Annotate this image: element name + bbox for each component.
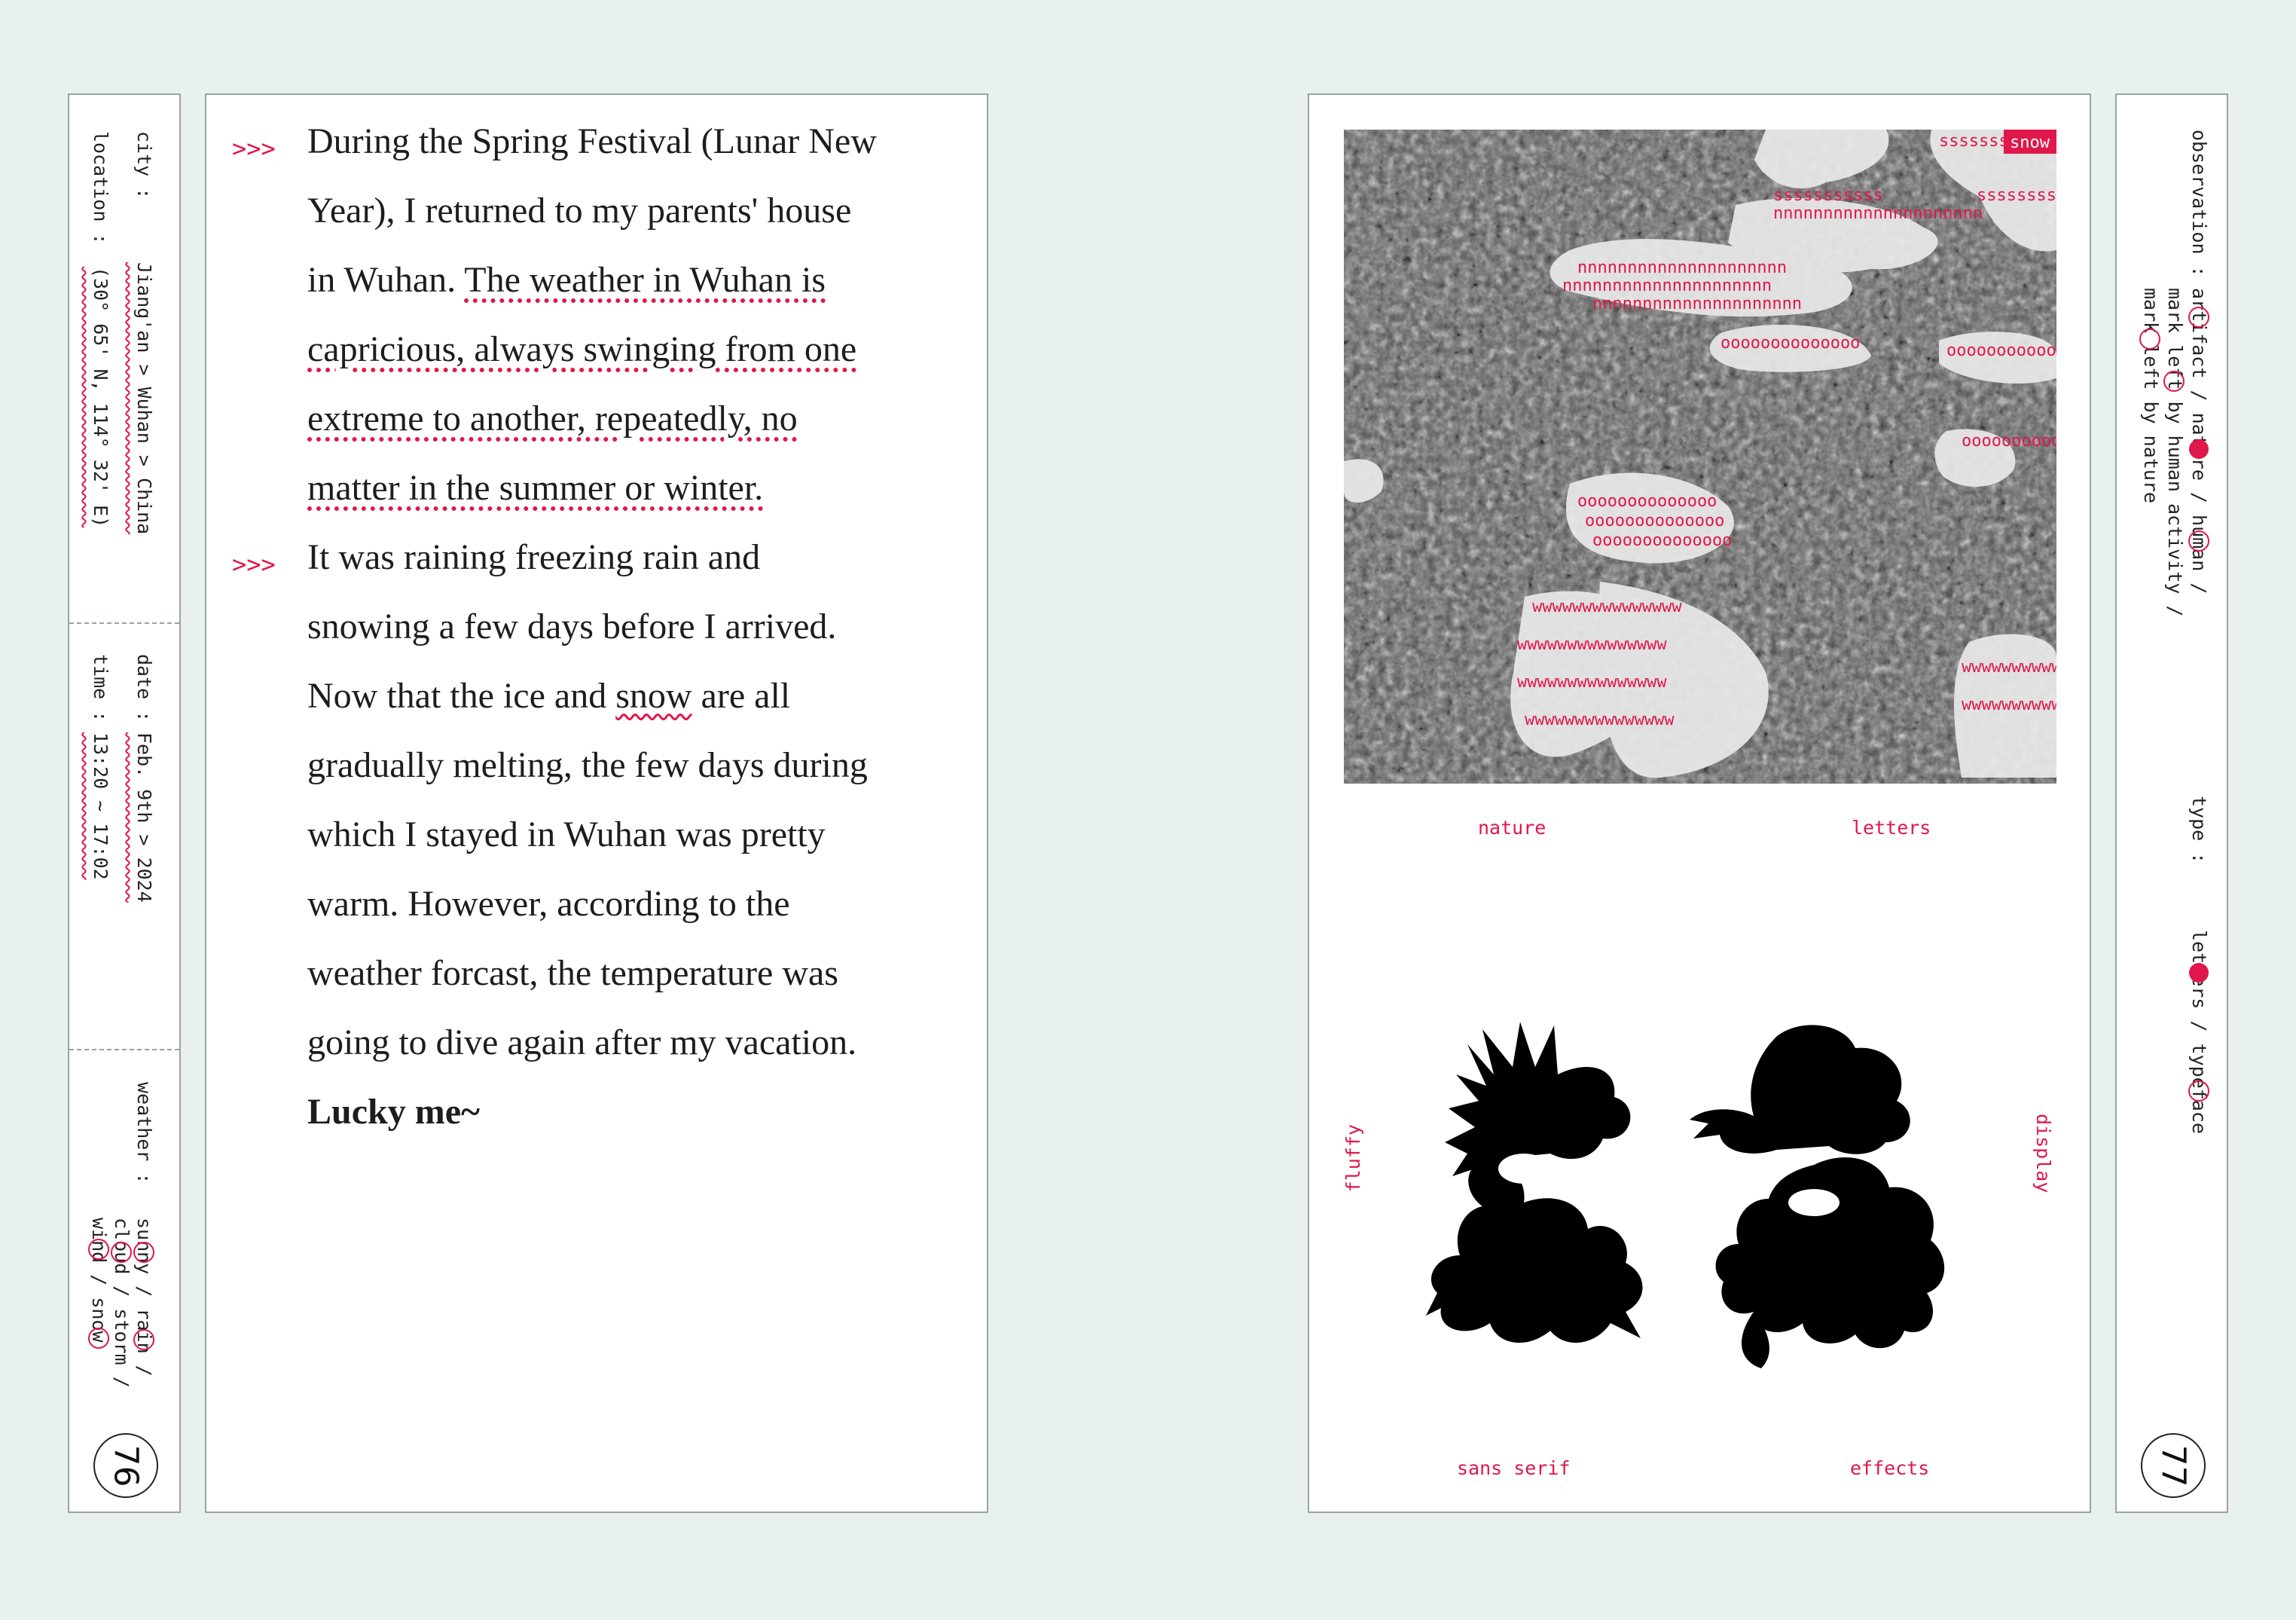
caption-fluffy: fluffy	[1342, 1124, 1364, 1193]
page-number-right: 77	[2141, 1433, 2206, 1498]
caption-nature: nature	[1478, 817, 1546, 839]
paragraph-2: It was raining freezing rain and snowing…	[307, 523, 963, 1147]
letter-row-o: oooooooooooooo	[1577, 492, 1717, 511]
letter-row-w: wwwwwwwwwwwwwww	[1517, 635, 1667, 654]
caption-display: display	[2032, 1114, 2054, 1194]
image-page: sssssssssss sssssssssss sssssssssss nnnn…	[1308, 93, 2091, 1513]
text-line: which I stayed in Wuhan was pretty	[307, 815, 826, 854]
text-line: in Wuhan. The weather in Wuhan is	[307, 260, 826, 300]
page-number-left: 76	[93, 1433, 158, 1498]
right-info-strip: observation : artifact / nature / human …	[2115, 93, 2228, 1513]
left-info-strip: city : Jiang'an > Wuhan > China location…	[68, 93, 181, 1513]
letter-row-n: nnnnnnnnnnnnnnnnnnnnn	[1577, 258, 1787, 277]
text-page: >>> During the Spring Festival (Lunar Ne…	[205, 93, 988, 1513]
letter-row-w: wwwwwwwwwwwwwww	[1525, 711, 1675, 729]
letter-row-o: oooooooooooooo	[1962, 432, 2056, 451]
text-line: snowing a few days before I arrived.	[307, 607, 837, 646]
text-line: During the Spring Festival (Lunar New	[307, 121, 877, 161]
letter-row-o: oooooooooooooo	[1720, 334, 1860, 353]
paragraph-1: During the Spring Festival (Lunar New Ye…	[307, 107, 963, 523]
closing-line: Lucky me~	[307, 1092, 480, 1132]
fluffy-typeface-specimen	[1426, 1022, 1945, 1368]
glyph-1-counter	[1498, 1154, 1549, 1184]
letter-row-o: oooooooooooooo	[1585, 512, 1724, 530]
caption-sans-serif: sans serif	[1457, 1457, 1571, 1479]
letter-row-w: wwwwwwwwwwwwwww	[1962, 658, 2056, 677]
letter-row-w: wwwwwwwwwwwwwww	[1532, 598, 1682, 616]
caption-effects: effects	[1850, 1457, 1930, 1479]
snow-tag: snow	[2004, 130, 2056, 154]
weather-circle-marks	[88, 1239, 154, 1350]
letter-row-w: wwwwwwwwwwwwwww	[1962, 695, 2056, 714]
glyph-2-counter	[1788, 1189, 1840, 1216]
letter-row-o: oooooooooooooo	[1946, 341, 2056, 360]
observation-circle-marks	[2139, 307, 2209, 1102]
letter-row-s: sssssssssss	[1773, 186, 1883, 205]
letter-row-n: nnnnnnnnnnnnnnnnnnnnn	[1562, 277, 1772, 295]
letter-row-s: sssssssssss	[1977, 186, 2056, 205]
paragraph-marker: >>>	[232, 134, 276, 163]
text-line: matter in the summer or winter.	[307, 468, 764, 508]
letter-row-n: nnnnnnnnnnnnnnnnnnnnn	[1773, 204, 1983, 223]
text-line: It was raining freezing rain and	[307, 537, 761, 577]
text-line: Now that the ice and snow are all	[307, 676, 791, 716]
text-line: going to dive again after my vacation.	[307, 1022, 857, 1062]
letter-row-n: nnnnnnnnnnnnnnnnnnnnn	[1592, 295, 1802, 313]
text-line: capricious, always swinging from one	[307, 329, 857, 369]
svg-text:snow: snow	[2010, 133, 2050, 152]
caption-letters: letters	[1852, 817, 1931, 839]
text-line: gradually melting, the few days during	[307, 745, 868, 785]
text-line: warm. However, according to the	[307, 884, 790, 924]
letter-row-w: wwwwwwwwwwwwwww	[1517, 673, 1667, 692]
text-line: extreme to another, repeatedly, no	[307, 399, 798, 439]
paragraph-marker: >>>	[232, 550, 276, 579]
text-line: Year), I returned to my parents' house	[307, 191, 852, 231]
letter-row-o: oooooooooooooo	[1592, 531, 1732, 550]
snow-ground-photo: sssssssssss sssssssssss sssssssssss nnnn…	[1344, 130, 2056, 784]
text-line: weather forcast, the temperature was	[307, 953, 838, 993]
